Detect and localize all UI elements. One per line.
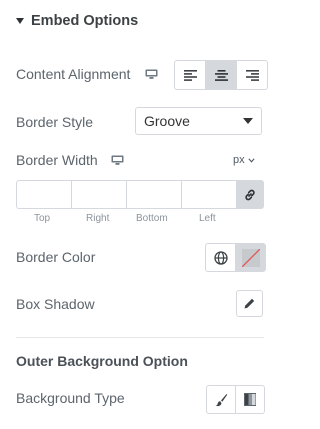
outer-background-title: Outer Background Option [16,353,188,369]
no-color-icon [241,248,260,267]
top-label: Top [34,213,51,224]
border-width-dimensions [16,180,264,209]
global-colors-button[interactable] [206,244,235,271]
right-label: Right [86,213,110,224]
content-alignment-control [174,60,268,90]
background-classic-button[interactable] [207,386,235,413]
border-width-right-input[interactable] [72,181,127,208]
desktop-icon[interactable] [145,69,158,79]
align-right-icon [245,69,259,81]
chevron-down-icon [243,118,253,124]
caret-down-icon [16,18,24,24]
border-width-left-input[interactable] [182,181,237,208]
background-gradient-button[interactable] [235,386,264,413]
border-color-control [205,243,266,272]
box-shadow-edit-button[interactable] [236,290,263,317]
align-left-button[interactable] [175,61,205,89]
link-values-button[interactable] [237,181,263,208]
color-picker-swatch[interactable] [235,244,265,271]
align-center-icon [214,69,228,81]
align-right-button[interactable] [236,61,267,89]
brush-icon [215,393,228,406]
bottom-label: Bottom [136,213,168,224]
chevron-down-icon [248,157,255,163]
content-alignment-label: Content Alignment [16,66,131,82]
align-center-button[interactable] [205,61,236,89]
section-divider [16,337,264,338]
desktop-icon[interactable] [111,155,124,165]
pencil-icon [244,298,255,309]
background-type-label: Background Type [16,390,125,406]
section-header[interactable]: Embed Options [16,13,138,29]
border-style-select[interactable]: Groove [135,107,262,135]
border-width-bottom-input[interactable] [127,181,182,208]
box-shadow-label: Box Shadow [16,296,95,312]
border-style-label: Border Style [16,114,94,130]
section-title: Embed Options [31,13,139,29]
unit-selector[interactable]: px [233,154,255,166]
border-width-label: Border Width [16,152,98,168]
left-label: Left [199,213,216,224]
globe-icon [213,250,228,265]
background-type-control [206,385,265,414]
link-icon [245,189,255,200]
unit-value: px [233,154,245,166]
border-color-label: Border Color [16,249,96,265]
gradient-icon [244,393,256,406]
border-style-value: Groove [144,113,190,129]
border-width-top-input[interactable] [17,181,72,208]
align-left-icon [183,69,197,81]
